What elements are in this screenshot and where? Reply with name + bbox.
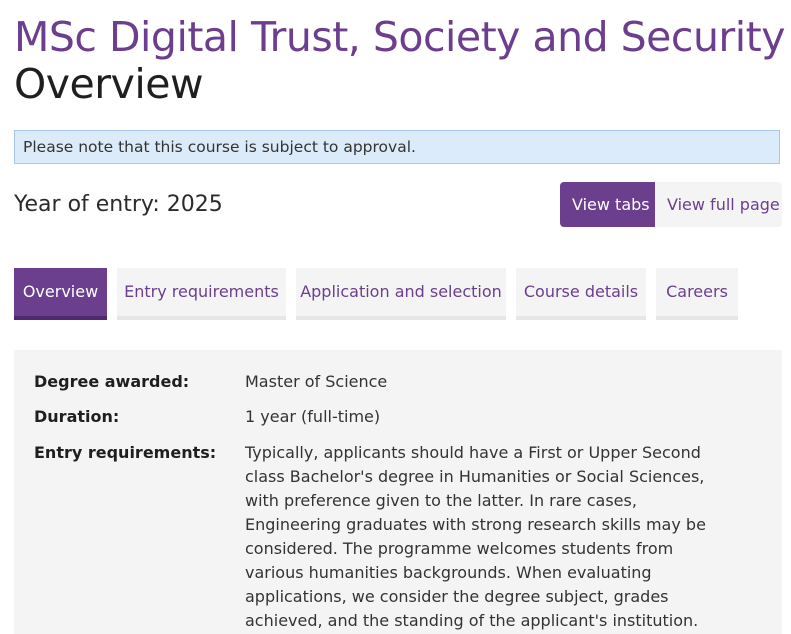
- view-full-page-button[interactable]: View full page: [655, 182, 782, 227]
- view-toggle: View tabs View full page: [560, 182, 782, 227]
- approval-notice: Please note that this course is subject …: [14, 130, 780, 164]
- course-title: MSc Digital Trust, Society and Security …: [14, 13, 791, 61]
- section-title: Overview: [14, 60, 204, 108]
- detail-row-entry-requirements: Entry requirements: Typically, applicant…: [34, 441, 774, 631]
- detail-label: Degree awarded:: [34, 372, 190, 391]
- detail-value: 1 year (full-time): [245, 407, 381, 426]
- course-page: MSc Digital Trust, Society and Security …: [0, 0, 791, 634]
- tab-careers[interactable]: Careers: [656, 268, 738, 320]
- view-tabs-button[interactable]: View tabs: [560, 182, 655, 227]
- tab-overview[interactable]: Overview: [14, 268, 107, 320]
- year-of-entry: Year of entry: 2025: [14, 192, 223, 217]
- overview-panel: Degree awarded: Master of Science Durati…: [14, 350, 782, 634]
- detail-label: Duration:: [34, 407, 120, 426]
- detail-value: Typically, applicants should have a Firs…: [245, 443, 706, 630]
- detail-row-duration: Duration: 1 year (full-time): [34, 405, 774, 429]
- tab-course-details[interactable]: Course details: [516, 268, 646, 320]
- page-title: MSc Digital Trust, Society and Security …: [14, 14, 791, 108]
- tab-application-and-selection[interactable]: Application and selection: [296, 268, 506, 320]
- detail-row-degree: Degree awarded: Master of Science: [34, 370, 774, 394]
- detail-label: Entry requirements:: [34, 443, 217, 462]
- tab-entry-requirements[interactable]: Entry requirements: [117, 268, 286, 320]
- detail-value: Master of Science: [245, 372, 388, 391]
